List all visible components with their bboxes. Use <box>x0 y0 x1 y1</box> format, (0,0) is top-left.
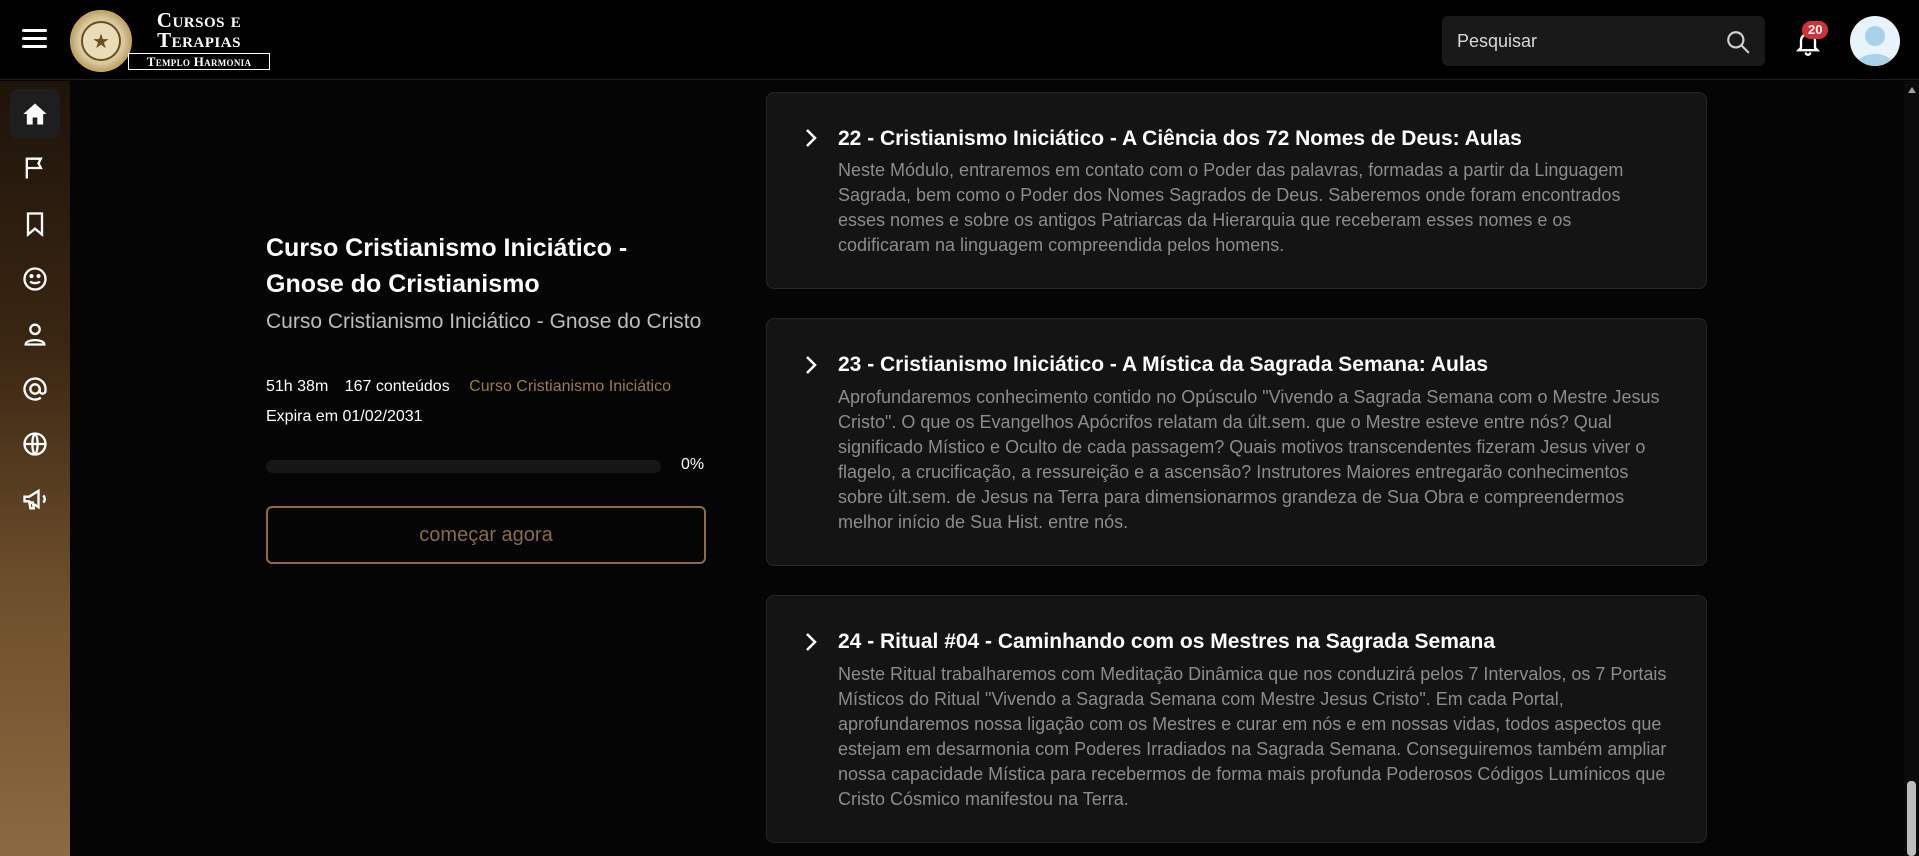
brand-line-3: Templo Harmonia <box>128 53 270 70</box>
scrollbar-thumb[interactable] <box>1907 781 1916 856</box>
star-icon: ★ <box>81 21 121 61</box>
smile-icon <box>23 267 47 291</box>
course-subtitle: Curso Cristianismo Iniciático - Gnose do… <box>266 310 702 333</box>
course-contents-count: 167 conteúdos <box>344 378 450 395</box>
avatar[interactable] <box>1850 16 1900 66</box>
avatar-user-icon <box>1856 26 1894 66</box>
course-category-link[interactable]: Curso Cristianismo Iniciático <box>469 378 671 395</box>
menu-icon[interactable] <box>22 29 47 49</box>
module-description: Aprofundaremos conhecimento contido no O… <box>838 387 1660 532</box>
module-title[interactable]: 22 - Cristianismo Iniciático - A Ciência… <box>838 127 1522 151</box>
sidebar-item-bookmark[interactable] <box>10 199 60 249</box>
module-title[interactable]: 23 - Cristianismo Iniciático - A Mística… <box>838 353 1488 377</box>
progress-bar <box>266 460 661 473</box>
module-card-22[interactable]: 22 - Cristianismo Iniciático - A Ciência… <box>766 92 1707 289</box>
brand-line-2: Terapias <box>157 28 241 52</box>
home-icon <box>23 103 47 125</box>
chevron-right-icon[interactable] <box>803 632 819 652</box>
start-now-button[interactable]: começar agora <box>266 506 706 564</box>
sidebar-item-megaphone[interactable] <box>10 474 60 524</box>
sidebar-item-globe[interactable] <box>10 419 60 469</box>
at-icon <box>23 377 47 401</box>
course-meta: 51h 38m 167 conteúdos Curso Cristianismo… <box>266 378 683 396</box>
course-duration: 51h 38m <box>266 378 329 395</box>
course-expiration: Expira em 01/02/2031 <box>266 408 423 425</box>
module-description: Neste Módulo, entraremos em contato com … <box>838 160 1624 255</box>
scroll-up-arrow-icon[interactable] <box>1908 87 1916 93</box>
search-input[interactable] <box>1457 30 1707 52</box>
sidebar-item-flag[interactable] <box>10 143 60 193</box>
megaphone-icon <box>23 488 46 510</box>
chevron-right-icon[interactable] <box>803 355 819 375</box>
search-box <box>1442 16 1765 66</box>
notification-badge: 20 <box>1802 21 1829 39</box>
course-title: Curso Cristianismo Iniciático - Gnose do… <box>266 234 628 298</box>
sidebar-item-profile[interactable] <box>10 309 60 359</box>
progress-label: 0% <box>681 456 705 473</box>
scrollbar[interactable] <box>1904 81 1919 856</box>
search-icon[interactable] <box>1725 29 1751 55</box>
brand-name[interactable]: Cursos e Terapias Templo Harmonia <box>128 10 270 70</box>
top-bar: ★ Cursos e Terapias Templo Harmonia 20 <box>0 0 1919 80</box>
sidebar <box>0 81 70 856</box>
flag-icon <box>25 157 43 179</box>
sidebar-item-home[interactable] <box>10 89 60 139</box>
chevron-right-icon[interactable] <box>803 128 819 148</box>
module-title[interactable]: 24 - Ritual #04 - Caminhando com os Mest… <box>838 630 1495 654</box>
sidebar-item-smile[interactable] <box>10 254 60 304</box>
module-card-24[interactable]: 24 - Ritual #04 - Caminhando com os Mest… <box>766 595 1707 843</box>
logo-seal[interactable]: ★ <box>70 10 132 72</box>
bookmark-icon <box>26 212 44 237</box>
user-icon <box>24 323 46 346</box>
sidebar-item-at[interactable] <box>10 364 60 414</box>
module-description: Neste Ritual trabalharemos com Meditação… <box>838 664 1667 809</box>
module-card-23[interactable]: 23 - Cristianismo Iniciático - A Mística… <box>766 318 1707 566</box>
brand-line-1: Cursos e <box>156 8 242 32</box>
globe-icon <box>23 432 47 456</box>
